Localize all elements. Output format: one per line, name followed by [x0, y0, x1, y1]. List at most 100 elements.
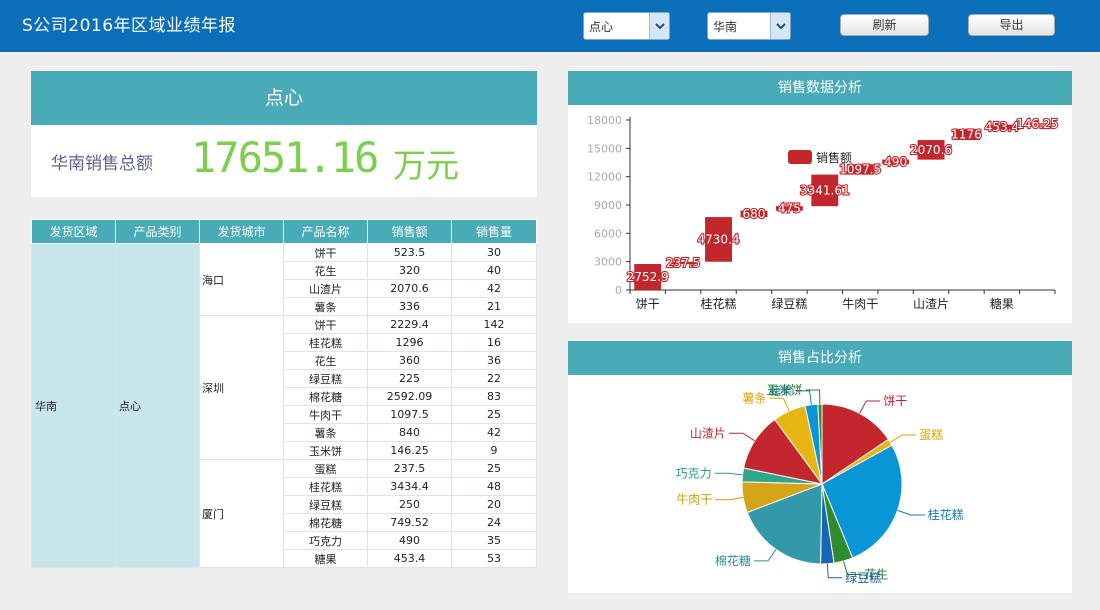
pie-panel: 销售占比分析 饼干 蛋糕 桂花糕 花生 绿豆糕 棉花糖 牛肉干 巧克力 山渣片 薯条 糖果 玉米饼 — [568, 341, 1072, 593]
cell-sales: 2070.6 — [367, 279, 452, 298]
kpi-value: 17651.16 — [191, 133, 379, 182]
cell-qty: 25 — [451, 459, 537, 478]
cell-product: 桂花糕 — [283, 477, 368, 496]
column-header[interactable]: 销售量 — [451, 219, 537, 244]
cell-qty: 35 — [451, 531, 537, 550]
column-header[interactable]: 发货城市 — [199, 219, 284, 244]
pie-leader-line — [714, 472, 743, 476]
pie-label: 绿豆糕 — [845, 570, 881, 585]
cell-sales: 1097.5 — [367, 405, 452, 424]
column-header[interactable]: 产品类别 — [115, 219, 200, 244]
cell-qty: 9 — [451, 441, 537, 460]
chevron-down-icon[interactable] — [649, 13, 669, 39]
x-tick-label: 桂花糕 — [701, 296, 737, 311]
cell-city: 深圳 — [199, 315, 284, 460]
kpi-panel: 点心 华南销售总额 17651.16 万元 — [31, 71, 537, 197]
sales-table: 发货区域 产品类别 发货城市 产品名称 销售额 销售量 华南 点心 海口 饼干 523.… — [31, 219, 537, 568]
cell-product: 花生 — [283, 261, 368, 280]
data-label: 1176 — [951, 128, 982, 142]
pie-leader-line — [805, 389, 821, 405]
data-label: 146.25 — [1016, 117, 1058, 131]
chevron-down-icon[interactable] — [770, 13, 790, 39]
cell-qty: 40 — [451, 261, 537, 280]
waterfall-title: 销售数据分析 — [568, 71, 1072, 105]
column-header[interactable]: 产品名称 — [283, 219, 368, 244]
cell-sales: 250 — [367, 495, 452, 514]
pie-leader-line — [859, 400, 881, 414]
cell-qty: 42 — [451, 279, 537, 298]
cell-product: 棉花糖 — [283, 387, 368, 406]
pie-label: 玉米饼 — [767, 383, 803, 397]
cell-sales: 453.4 — [367, 549, 452, 568]
pie-label: 牛肉干 — [676, 492, 712, 507]
export-button[interactable]: 导出 — [968, 14, 1055, 36]
cell-qty: 142 — [451, 315, 537, 334]
cell-product: 绿豆糕 — [283, 495, 368, 514]
pie-leader-line — [890, 434, 917, 443]
cell-sales: 336 — [367, 297, 452, 316]
cell-qty: 24 — [451, 513, 537, 532]
cell-product: 绿豆糕 — [283, 369, 368, 388]
column-header[interactable]: 销售额 — [367, 219, 452, 244]
kpi-unit: 万元 — [393, 146, 459, 185]
cell-sales: 320 — [367, 261, 452, 280]
cell-qty: 30 — [451, 243, 537, 262]
cell-sales: 237.5 — [367, 459, 452, 478]
pie-label: 蛋糕 — [919, 428, 943, 442]
product-select[interactable]: 点心 — [583, 12, 670, 40]
data-label: 453.4 — [985, 120, 1019, 134]
x-tick-label: 绿豆糕 — [771, 296, 807, 311]
cell-qty: 22 — [451, 369, 537, 388]
pie-leader-line — [897, 509, 925, 516]
pie-label: 山渣片 — [690, 426, 726, 440]
refresh-button[interactable]: 刷新 — [840, 14, 929, 36]
data-label: 4730.4 — [698, 232, 740, 246]
cell-qty: 21 — [451, 297, 537, 316]
data-label: 2752.9 — [627, 270, 669, 284]
cell-product: 巧克力 — [283, 531, 368, 550]
cell-sales: 1296 — [367, 333, 452, 352]
data-label: 490 — [884, 155, 907, 169]
pie-label: 棉花糖 — [715, 553, 751, 568]
kpi-body: 华南销售总额 17651.16 万元 — [31, 125, 537, 197]
cell-region: 华南 — [31, 243, 116, 568]
column-header[interactable]: 发货区域 — [31, 219, 116, 244]
pie-leader-line — [753, 549, 777, 562]
product-select-value: 点心 — [589, 20, 614, 34]
cell-sales: 225 — [367, 369, 452, 388]
data-label: 680 — [743, 207, 766, 221]
y-tick-label: 9000 — [594, 199, 622, 212]
pie-leader-line — [715, 496, 744, 501]
cell-sales: 490 — [367, 531, 452, 550]
cell-sales: 2229.4 — [367, 315, 452, 334]
cell-qty: 42 — [451, 423, 537, 442]
table-header-row: 发货区域 产品类别 发货城市 产品名称 销售额 销售量 — [31, 219, 537, 244]
cell-sales: 749.52 — [367, 513, 452, 532]
cell-product: 玉米饼 — [283, 441, 368, 460]
cell-sales: 840 — [367, 423, 452, 442]
region-select[interactable]: 华南 — [707, 12, 791, 40]
x-tick-label: 山渣片 — [913, 297, 949, 311]
cell-product: 薯条 — [283, 423, 368, 442]
pie-chart: 饼干蛋糕桂花糕花生绿豆糕棉花糖牛肉干巧克力山渣片薯条糖果玉米饼 — [676, 383, 964, 585]
waterfall-chart: 0 3000 6000 9000 12000 15000 18000 饼干 桂花糕 绿豆糕 牛肉干 山… — [587, 114, 1059, 311]
cell-product: 棉花糖 — [283, 513, 368, 532]
data-label: 237.5 — [666, 256, 700, 270]
cell-sales: 360 — [367, 351, 452, 370]
app-title: S公司2016年区域业绩年报 — [22, 16, 237, 36]
cell-product: 牛肉干 — [283, 405, 368, 424]
region-select-value: 华南 — [713, 20, 738, 34]
cell-qty: 25 — [451, 405, 537, 424]
x-tick-label: 饼干 — [636, 297, 660, 311]
pie-label: 薯条 — [742, 391, 766, 405]
cell-qty: 48 — [451, 477, 537, 496]
kpi-label: 华南销售总额 — [51, 154, 153, 174]
legend-swatch — [788, 150, 812, 164]
cell-qty: 36 — [451, 351, 537, 370]
waterfall-panel: 销售数据分析 0 3000 6000 9000 12000 15000 18000 饼干 桂花糕… — [568, 71, 1072, 323]
cell-category: 点心 — [115, 243, 200, 568]
cell-qty: 20 — [451, 495, 537, 514]
y-tick-label: 6000 — [594, 227, 622, 240]
cell-product: 山渣片 — [283, 279, 368, 298]
cell-sales: 523.5 — [367, 243, 452, 262]
